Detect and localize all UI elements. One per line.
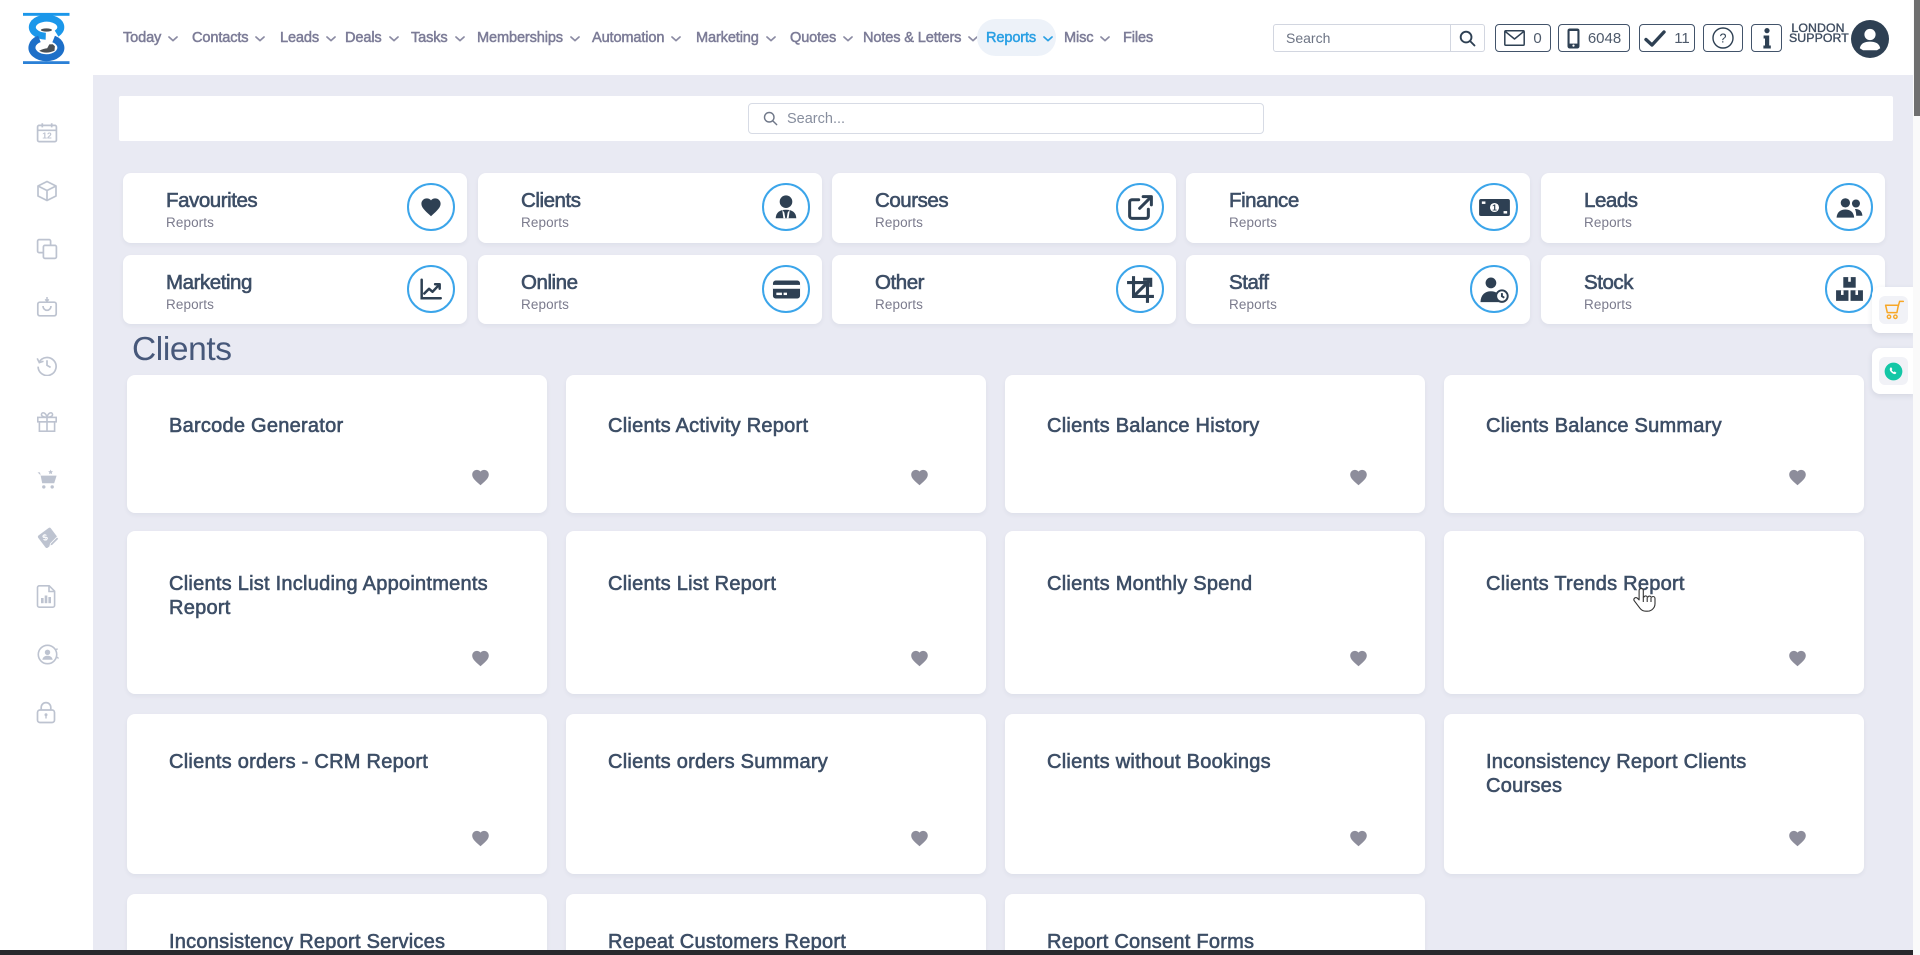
svg-text:12: 12	[42, 131, 52, 141]
svg-text:?: ?	[1720, 31, 1727, 45]
svg-text:1: 1	[1492, 202, 1497, 212]
